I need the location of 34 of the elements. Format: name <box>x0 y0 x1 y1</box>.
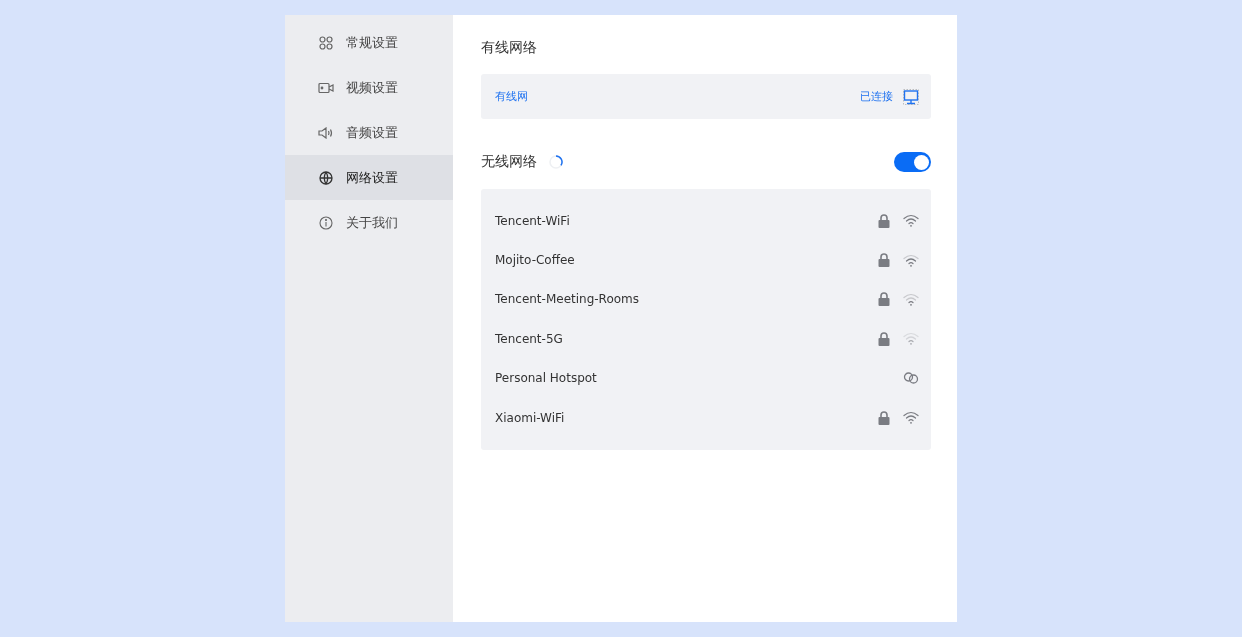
wifi-icon <box>903 253 919 267</box>
wifi-icon <box>903 332 919 346</box>
grid-icon <box>318 35 334 50</box>
wifi-network-item[interactable]: Xiaomi-WiFi <box>481 397 931 438</box>
wifi-icon <box>903 411 919 425</box>
section-title: 无线网络 <box>481 153 537 171</box>
sidebar-item[interactable]: 视频设置 <box>285 65 453 110</box>
section-title: 有线网络 <box>481 39 537 57</box>
wired-network-item[interactable]: 有线网 已连接 <box>481 74 931 119</box>
wifi-network-item[interactable]: Tencent-WiFi <box>481 201 931 241</box>
wifi-network-item[interactable]: Tencent-Meeting-Rooms <box>481 279 931 320</box>
info-icon <box>318 215 334 230</box>
sidebar-item[interactable]: 网络设置 <box>285 155 453 200</box>
lock-icon <box>878 253 890 268</box>
lock-icon <box>878 331 890 346</box>
wifi-network-item[interactable]: Tencent-5G <box>481 319 931 359</box>
network-name: 有线网 <box>495 89 528 104</box>
wifi-network-item[interactable]: Mojito-Coffee <box>481 240 931 280</box>
wifi-network-item[interactable]: Personal Hotspot <box>481 358 931 398</box>
globe-icon <box>318 170 334 185</box>
wifi-icon <box>903 292 919 306</box>
linked-rings-icon <box>903 372 919 385</box>
lock-icon <box>878 410 890 425</box>
speaker-icon <box>318 126 334 139</box>
monitor-icon <box>903 88 919 105</box>
lock-icon <box>878 292 890 307</box>
connection-status: 已连接 <box>860 89 893 104</box>
sidebar-item[interactable]: 关于我们 <box>285 200 453 245</box>
wifi-toggle[interactable] <box>894 152 931 172</box>
video-camera-icon <box>318 81 334 94</box>
wifi-icon <box>903 214 919 228</box>
sidebar-item[interactable]: 音频设置 <box>285 110 453 155</box>
lock-icon <box>878 213 890 228</box>
sidebar-item[interactable]: 常规设置 <box>285 20 453 65</box>
